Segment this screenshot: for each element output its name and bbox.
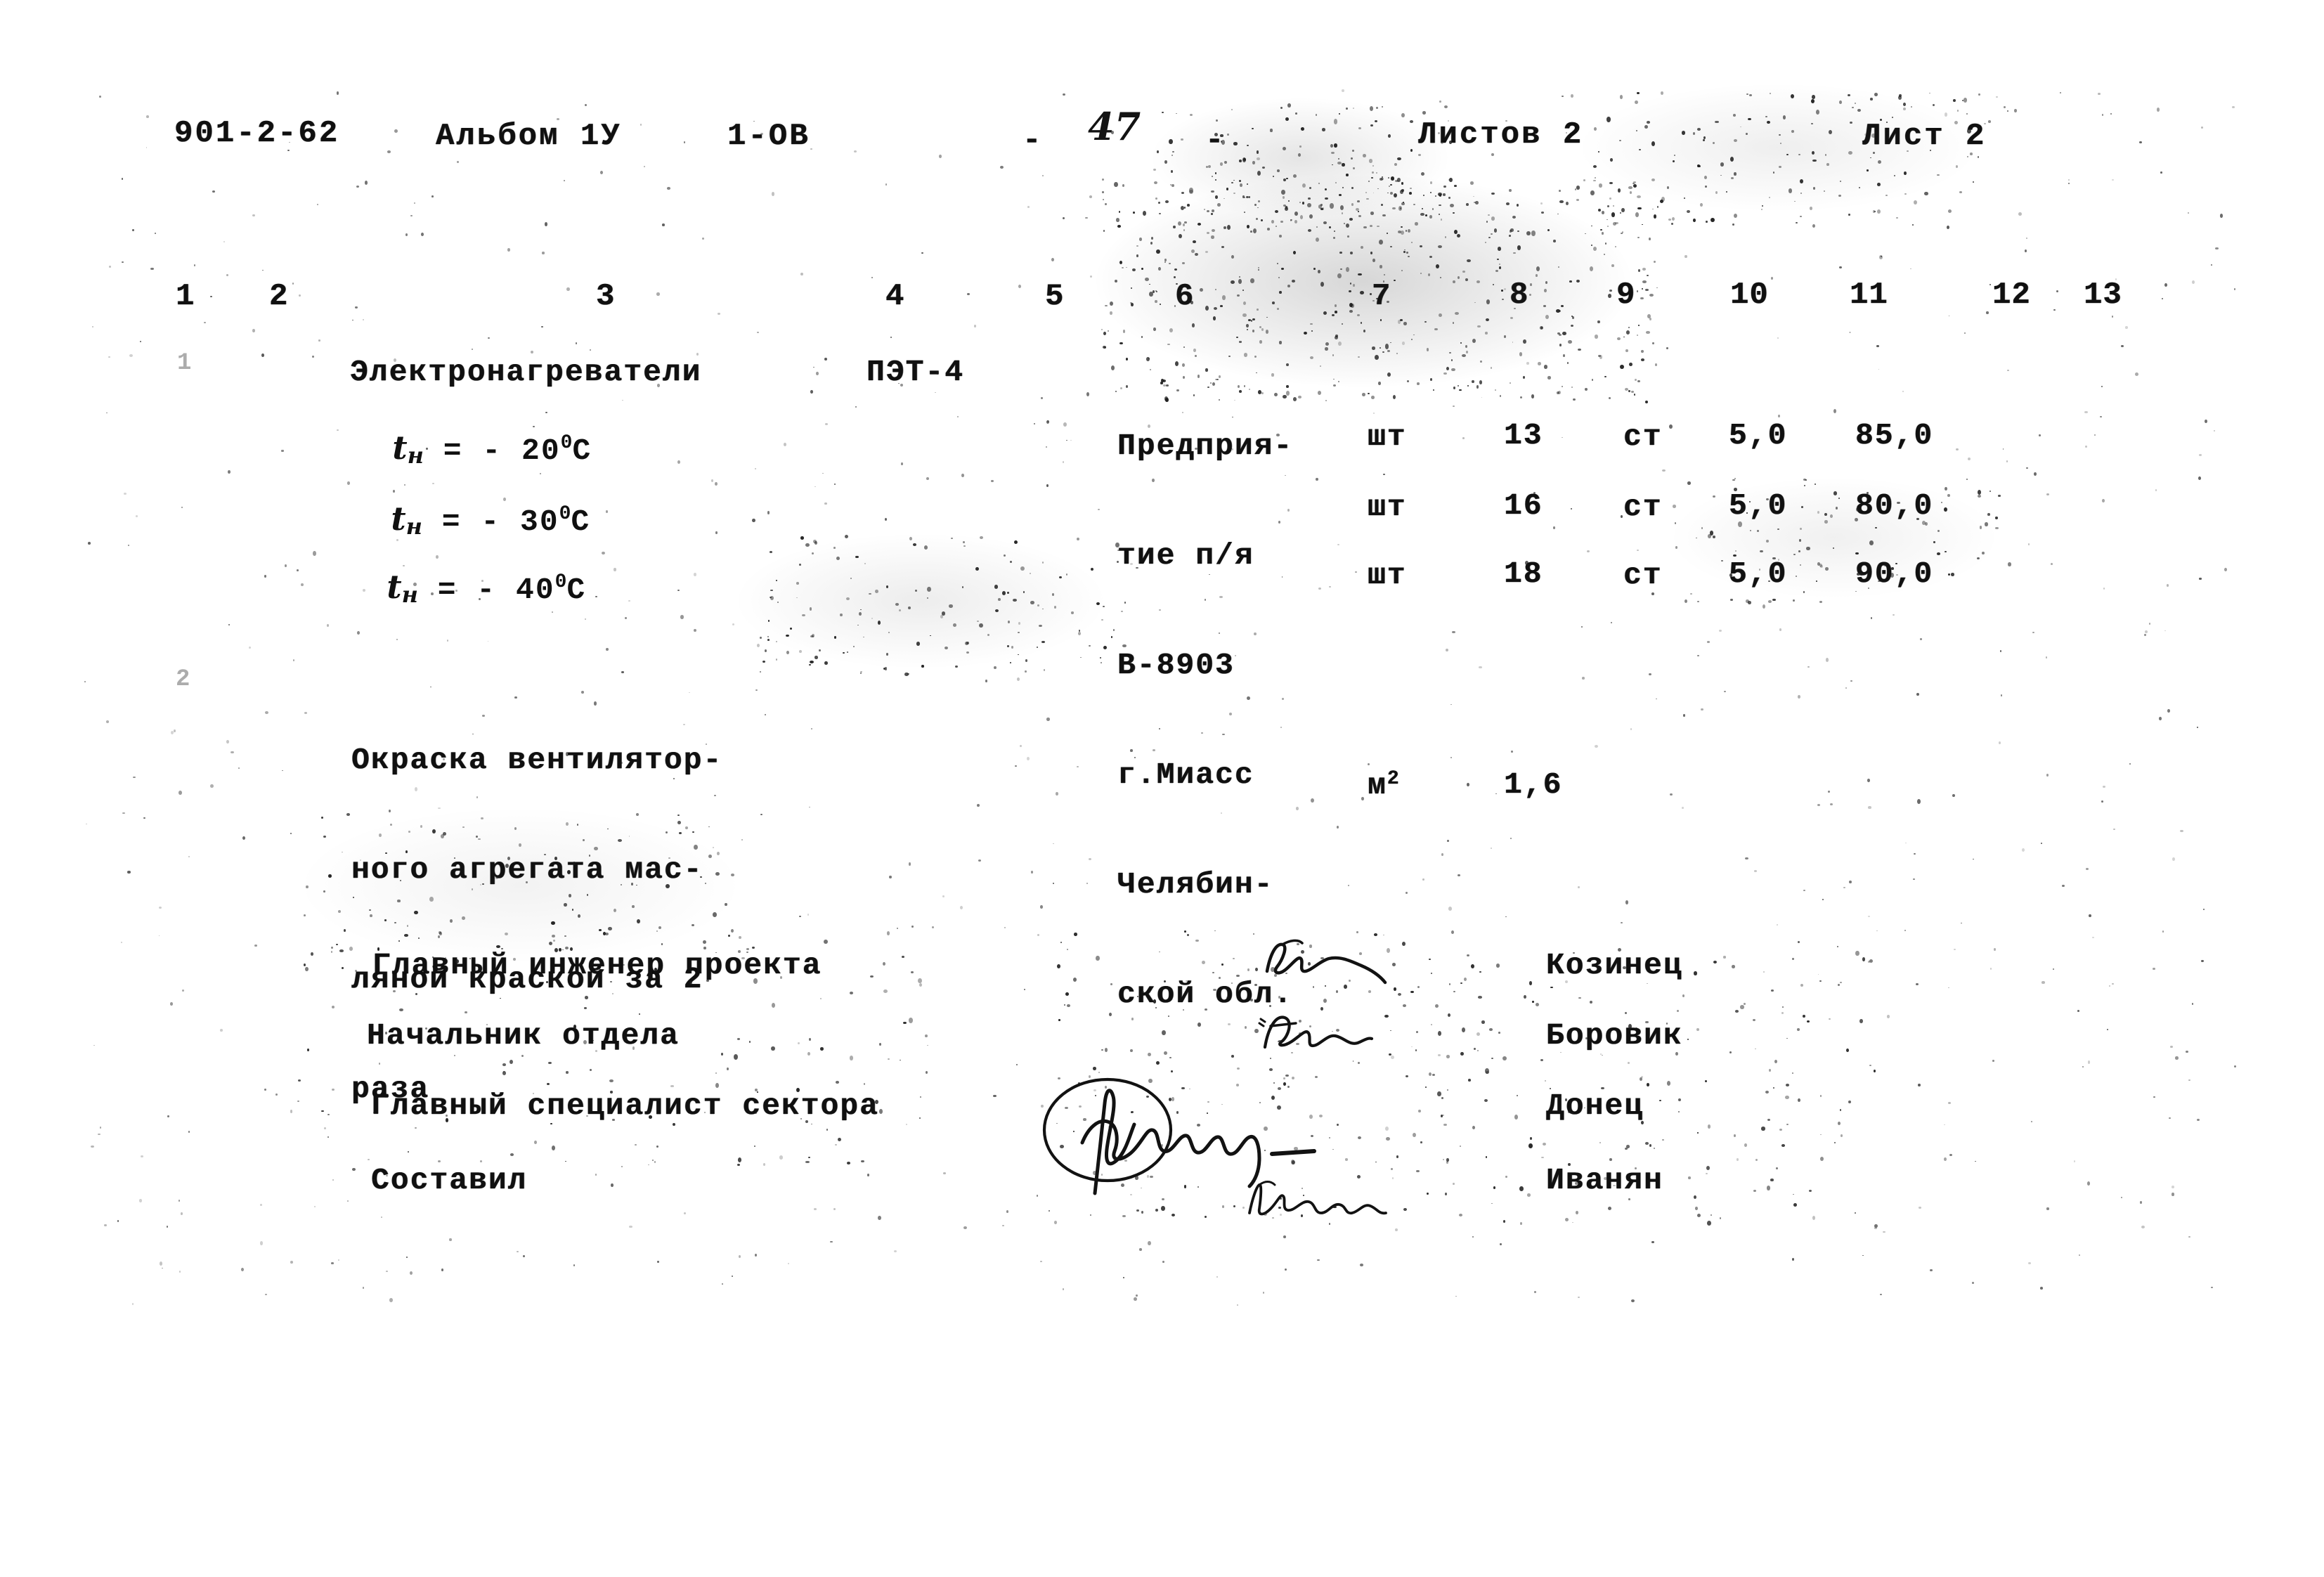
- mass-unit-cell-2: 5,0: [1729, 488, 1788, 523]
- temp-value-1: - 20: [482, 434, 561, 468]
- supplier-block: Предприя- тие п/я В-8903 г.Миасс Челябин…: [1117, 355, 1293, 1086]
- mass-unit-cell-1: 5,0: [1729, 418, 1788, 453]
- column-number-11: 11: [1850, 278, 1888, 313]
- column-number-9: 9: [1616, 278, 1636, 313]
- temp-value-2: - 30: [481, 505, 559, 539]
- material-cell-1: ст: [1623, 420, 1663, 454]
- sheets-total: Листов 2: [1418, 117, 1584, 152]
- column-number-3: 3: [596, 279, 616, 314]
- signature-role-2: Начальник отдела: [367, 1018, 680, 1053]
- material-cell-3: ст: [1623, 558, 1663, 592]
- margin-mark-2: 2: [176, 666, 190, 693]
- quantity-cell-1: 13: [1504, 418, 1543, 453]
- signature-role-1: Главный инженер проекта: [372, 948, 822, 982]
- signature-role-4: Составил: [371, 1163, 528, 1198]
- temperature-label-1: tн = - 200C: [365, 416, 592, 481]
- temp-subscript-2: н: [405, 513, 422, 540]
- unit-cell-painting: м2: [1368, 768, 1401, 803]
- supplier-line-1: Предприя-: [1117, 429, 1294, 463]
- quantity-cell-3: 18: [1504, 557, 1543, 591]
- column-number-12: 12: [1992, 278, 2031, 313]
- mass-total-cell-1: 85,0: [1855, 418, 1934, 453]
- signature-name-1: Козинец: [1546, 948, 1683, 982]
- supplier-line-2: тие п/я: [1117, 538, 1254, 573]
- scanned-document-page: 901-2-62 Альбом 1У 1-ОВ - 47 - Листов 2 …: [0, 0, 2324, 1577]
- temp-subscript-3: н: [401, 581, 418, 608]
- temp-subscript-1: н: [407, 442, 424, 469]
- column-number-6: 6: [1175, 279, 1195, 314]
- sheet-current: Лист 2: [1862, 119, 1987, 154]
- scan-smudge: [1673, 478, 1996, 597]
- scan-smudge: [738, 534, 1103, 668]
- temp-degree-1: 0: [560, 432, 573, 454]
- column-number-4: 4: [885, 279, 905, 314]
- page-number-dash-left: -: [1023, 123, 1044, 158]
- page-number-dash-right: -: [1205, 123, 1226, 158]
- painting-line-2: ного агрегата мас-: [351, 852, 703, 887]
- temp-symbol-2: t: [391, 500, 406, 538]
- painting-line-1: Окраска вентилятор-: [351, 743, 723, 777]
- unit-cell-3: шт: [1368, 558, 1407, 592]
- signature-name-3: Донец: [1546, 1089, 1644, 1123]
- temp-equals-3: =: [437, 573, 457, 607]
- quantity-cell-painting: 1,6: [1504, 767, 1563, 802]
- column-number-5: 5: [1045, 279, 1065, 314]
- signature-name-4: Иванян: [1546, 1163, 1663, 1198]
- column-number-8: 8: [1510, 278, 1529, 313]
- unit-exponent-painting: 2: [1387, 768, 1401, 790]
- material-cell-2: ст: [1623, 490, 1663, 524]
- supplier-line-6: ской обл.: [1117, 977, 1294, 1011]
- section-label: 1-ОВ: [727, 119, 810, 154]
- album-label: Альбом 1У: [436, 119, 622, 154]
- signature-name-2: Боровик: [1546, 1018, 1683, 1053]
- page-number: 47: [1088, 104, 1141, 149]
- temp-symbol-3: t: [387, 568, 402, 606]
- temp-degree-2: 0: [559, 503, 571, 525]
- mass-total-cell-2: 80,0: [1855, 488, 1934, 523]
- column-number-13: 13: [2084, 278, 2122, 313]
- temp-degree-3: 0: [554, 571, 567, 593]
- supplier-line-4: г.Миасс: [1117, 758, 1254, 792]
- quantity-cell-2: 16: [1504, 488, 1543, 523]
- handwritten-signature-4: [1244, 1175, 1406, 1224]
- temp-symbol-1: t: [392, 429, 408, 467]
- mass-total-cell-3: 90,0: [1855, 557, 1934, 591]
- temp-value-3: - 40: [476, 573, 555, 607]
- column-number-7: 7: [1372, 279, 1391, 314]
- signature-role-3: Главный специалист сектора: [371, 1089, 879, 1123]
- supplier-line-3: В-8903: [1117, 648, 1235, 682]
- unit-cell-1: шт: [1368, 420, 1407, 454]
- scan-smudge: [1153, 98, 1448, 218]
- project-code: 901-2-62: [174, 116, 340, 151]
- supplier-line-5: Челябин-: [1117, 867, 1274, 902]
- column-number-10: 10: [1730, 278, 1769, 313]
- temp-unit-1: C: [572, 434, 592, 468]
- column-number-1: 1: [176, 279, 195, 314]
- margin-mark-1: 1: [177, 350, 192, 377]
- item-name-heaters: Электронагреватели: [350, 355, 702, 389]
- column-number-2: 2: [269, 279, 289, 314]
- temp-equals-2: =: [441, 505, 462, 539]
- unit-cell-2: шт: [1368, 490, 1407, 524]
- temp-unit-2: C: [571, 505, 591, 539]
- item-type-heaters: ПЭТ-4: [866, 355, 965, 389]
- temperature-label-3: tн = - 400C: [360, 555, 586, 621]
- mass-unit-cell-3: 5,0: [1729, 557, 1788, 591]
- temperature-label-2: tн = - 300C: [364, 487, 590, 552]
- temp-equals-1: =: [443, 434, 463, 468]
- temp-unit-3: C: [566, 573, 587, 607]
- unit-symbol-painting: м: [1368, 768, 1387, 803]
